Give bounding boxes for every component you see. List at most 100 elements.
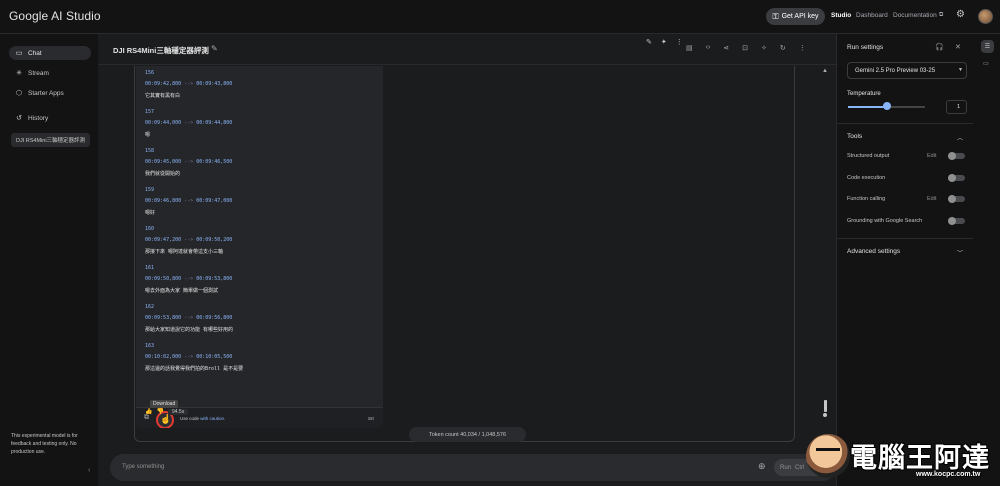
temperature-input[interactable]: 1 xyxy=(946,100,967,114)
advanced-settings-label[interactable]: Advanced settings xyxy=(847,248,900,255)
token-count: Token count 40,034 / 1,048,576 xyxy=(409,427,526,442)
tool-code-execution: Code execution xyxy=(847,173,967,183)
nav-dashboard[interactable]: Dashboard xyxy=(856,12,888,19)
history-icon: ↺ xyxy=(16,115,22,122)
nav-documentation[interactable]: Documentation xyxy=(893,12,937,19)
sidebar-item-history[interactable]: ↺ History xyxy=(9,111,91,125)
close-icon[interactable]: ✕ xyxy=(955,43,961,51)
experimental-note: This experimental model is for feedback … xyxy=(11,433,78,455)
more-icon[interactable]: ⋮ xyxy=(799,44,806,52)
sidebar-item-label: Stream xyxy=(28,69,49,77)
stream-icon: ✳ xyxy=(16,70,22,77)
sidebar-item-label: Chat xyxy=(28,49,42,57)
toggle-switch[interactable] xyxy=(948,217,965,225)
temperature-slider-thumb[interactable] xyxy=(882,102,891,110)
sidebar-item-starter-apps[interactable]: ⬡ Starter Apps xyxy=(9,86,91,100)
top-bar: Google AI Studio ⚿ Get API key Studio Da… xyxy=(0,0,1000,34)
tool-structured-output: Structured output Edit xyxy=(847,151,967,161)
app-logo[interactable]: Google AI Studio xyxy=(9,9,101,23)
sidebar-item-label: Starter Apps xyxy=(28,89,64,97)
tune-icon[interactable]: ☰ xyxy=(981,40,994,53)
response-time: 94.5s xyxy=(167,408,189,415)
subtitle-entry: 157 00:09:44,000 --> 00:09:44,800 嗯 xyxy=(145,109,233,138)
sidebar: ▭ Chat ✳ Stream ⬡ Starter Apps ↺ History… xyxy=(0,34,98,486)
run-label: Run xyxy=(780,464,792,471)
chat-toolbar: ▤ ‹› ⋖ ⊡ ✧ ↻ ⋮ xyxy=(686,44,806,52)
avatar[interactable] xyxy=(978,9,993,24)
video-icon[interactable]: ▭ xyxy=(983,60,989,67)
edit-message-icon[interactable]: ✎ xyxy=(646,38,652,46)
external-link-icon: ⧉ xyxy=(939,12,944,18)
thumbs-down-icon[interactable]: 👎 xyxy=(156,408,163,415)
caution-link[interactable]: with caution. xyxy=(200,416,225,421)
subtitle-entry: 161 00:09:50,800 --> 00:09:53,800 嗯去外面為大… xyxy=(145,265,233,294)
code-block: 156 00:09:42,800 --> 00:09:43,800 它其實有黑有… xyxy=(136,66,383,428)
watermark-text: 電腦王阿達 xyxy=(850,443,990,474)
caution-note: Use code with caution. xyxy=(180,416,226,421)
key-icon: ⚿ xyxy=(772,11,779,21)
more-icon[interactable]: ⋮ xyxy=(676,38,683,46)
toggle-switch[interactable] xyxy=(948,195,965,203)
chevron-up-icon[interactable]: ︿ xyxy=(957,133,963,142)
edit-title-icon[interactable]: ✎ xyxy=(211,44,218,53)
model-select[interactable]: Gemini 2.5 Pro Preview 03-25 ▼ xyxy=(847,62,967,79)
compare-icon[interactable]: ▤ xyxy=(686,44,693,52)
subtitle-entry: 162 00:09:53,800 --> 00:09:56,800 那給大家知道… xyxy=(145,304,234,333)
cursor-hand-icon: ☝ xyxy=(160,414,172,424)
model-select-value: Gemini 2.5 Pro Preview 03-25 xyxy=(855,67,936,74)
edit-link[interactable]: Edit xyxy=(927,196,936,202)
scroll-indicator[interactable] xyxy=(823,400,827,418)
magic-icon[interactable]: ✧ xyxy=(761,44,767,52)
mascot-face-icon xyxy=(806,434,850,478)
chat-main: DJI RS4Mini三軸穩定器評測 ✎ ▤ ‹› ⋖ ⊡ ✧ ↻ ⋮ 156 … xyxy=(98,34,836,486)
add-media-icon[interactable]: ⊕ xyxy=(758,461,766,472)
code-language: Srt xyxy=(368,416,374,421)
right-rail: ☰ ▭ xyxy=(973,34,1000,486)
temperature-label: Temperature xyxy=(847,91,881,97)
prompt-input[interactable]: Type something xyxy=(122,464,164,470)
subtitle-entry: 158 00:09:45,000 --> 00:09:46,500 我們就從開始… xyxy=(145,148,233,177)
headset-icon[interactable]: 🎧 xyxy=(935,43,944,51)
divider xyxy=(837,238,974,239)
get-api-key-label: Get API key xyxy=(781,13,819,20)
collapse-sidebar-icon[interactable]: ‹ xyxy=(88,467,90,474)
sidebar-item-stream[interactable]: ✳ Stream xyxy=(9,66,91,80)
subtitle-entry: 160 00:09:47,200 --> 00:09:50,200 那接下來 嗯… xyxy=(145,226,233,255)
subtitle-entry: 163 00:10:02,000 --> 00:10:05,500 那這邊的話我… xyxy=(145,343,244,372)
gear-icon[interactable]: ⚙ xyxy=(956,9,965,20)
download-tooltip: Download xyxy=(150,400,179,408)
toggle-switch[interactable] xyxy=(948,152,965,160)
watermark-url: www.kocpc.com.tw xyxy=(916,471,981,478)
watermark-logo: 電腦王阿達 www.kocpc.com.tw xyxy=(806,430,1000,486)
tools-label: Tools xyxy=(847,133,863,140)
scroll-up-icon[interactable]: ▲ xyxy=(822,68,828,74)
apps-icon: ⬡ xyxy=(15,90,23,97)
chat-title: DJI RS4Mini三軸穩定器評測 xyxy=(113,46,209,55)
sidebar-item-chat[interactable]: ▭ Chat xyxy=(9,46,91,60)
toggle-switch[interactable] xyxy=(948,174,965,182)
get-api-key-button[interactable]: ⚿ Get API key xyxy=(766,8,825,25)
history-item[interactable]: DJI RS4Mini三軸穩定器評測 xyxy=(11,133,90,147)
sidebar-item-label: History xyxy=(28,114,49,122)
message-actions: ✎ ✦ ⋮ xyxy=(646,38,683,46)
prompt-box[interactable]: Type something ⊕ Run Ctrl xyxy=(110,454,836,481)
code-icon[interactable]: ‹› xyxy=(706,44,711,52)
copy-icon[interactable]: ⧉ xyxy=(144,414,149,422)
share-icon[interactable]: ⋖ xyxy=(723,44,729,52)
refresh-icon[interactable]: ↻ xyxy=(780,44,786,52)
subtitle-entry: 159 00:09:46,800 --> 00:09:47,000 嗯好 xyxy=(145,187,233,216)
thumbs-up-icon[interactable]: 👍 xyxy=(145,408,152,415)
chat-icon: ▭ xyxy=(15,50,23,57)
nav-studio[interactable]: Studio xyxy=(831,12,851,19)
run-shortcut: Ctrl xyxy=(795,464,805,471)
tool-grounding: Grounding with Google Search xyxy=(847,216,967,226)
run-settings-panel: Run settings 🎧 ✕ Gemini 2.5 Pro Preview … xyxy=(836,34,974,486)
temperature-slider-fill xyxy=(848,106,887,108)
subtitle-entry: 156 00:09:42,800 --> 00:09:43,800 它其實有黑有… xyxy=(145,70,233,99)
chevron-down-icon[interactable]: ﹀ xyxy=(957,248,963,257)
branch-icon[interactable]: ⊡ xyxy=(742,44,748,52)
feedback-row: 👍 👎 94.5s xyxy=(145,408,189,415)
edit-link[interactable]: Edit xyxy=(927,153,936,159)
sparkle-icon[interactable]: ✦ xyxy=(661,38,667,46)
header-divider xyxy=(98,64,836,65)
